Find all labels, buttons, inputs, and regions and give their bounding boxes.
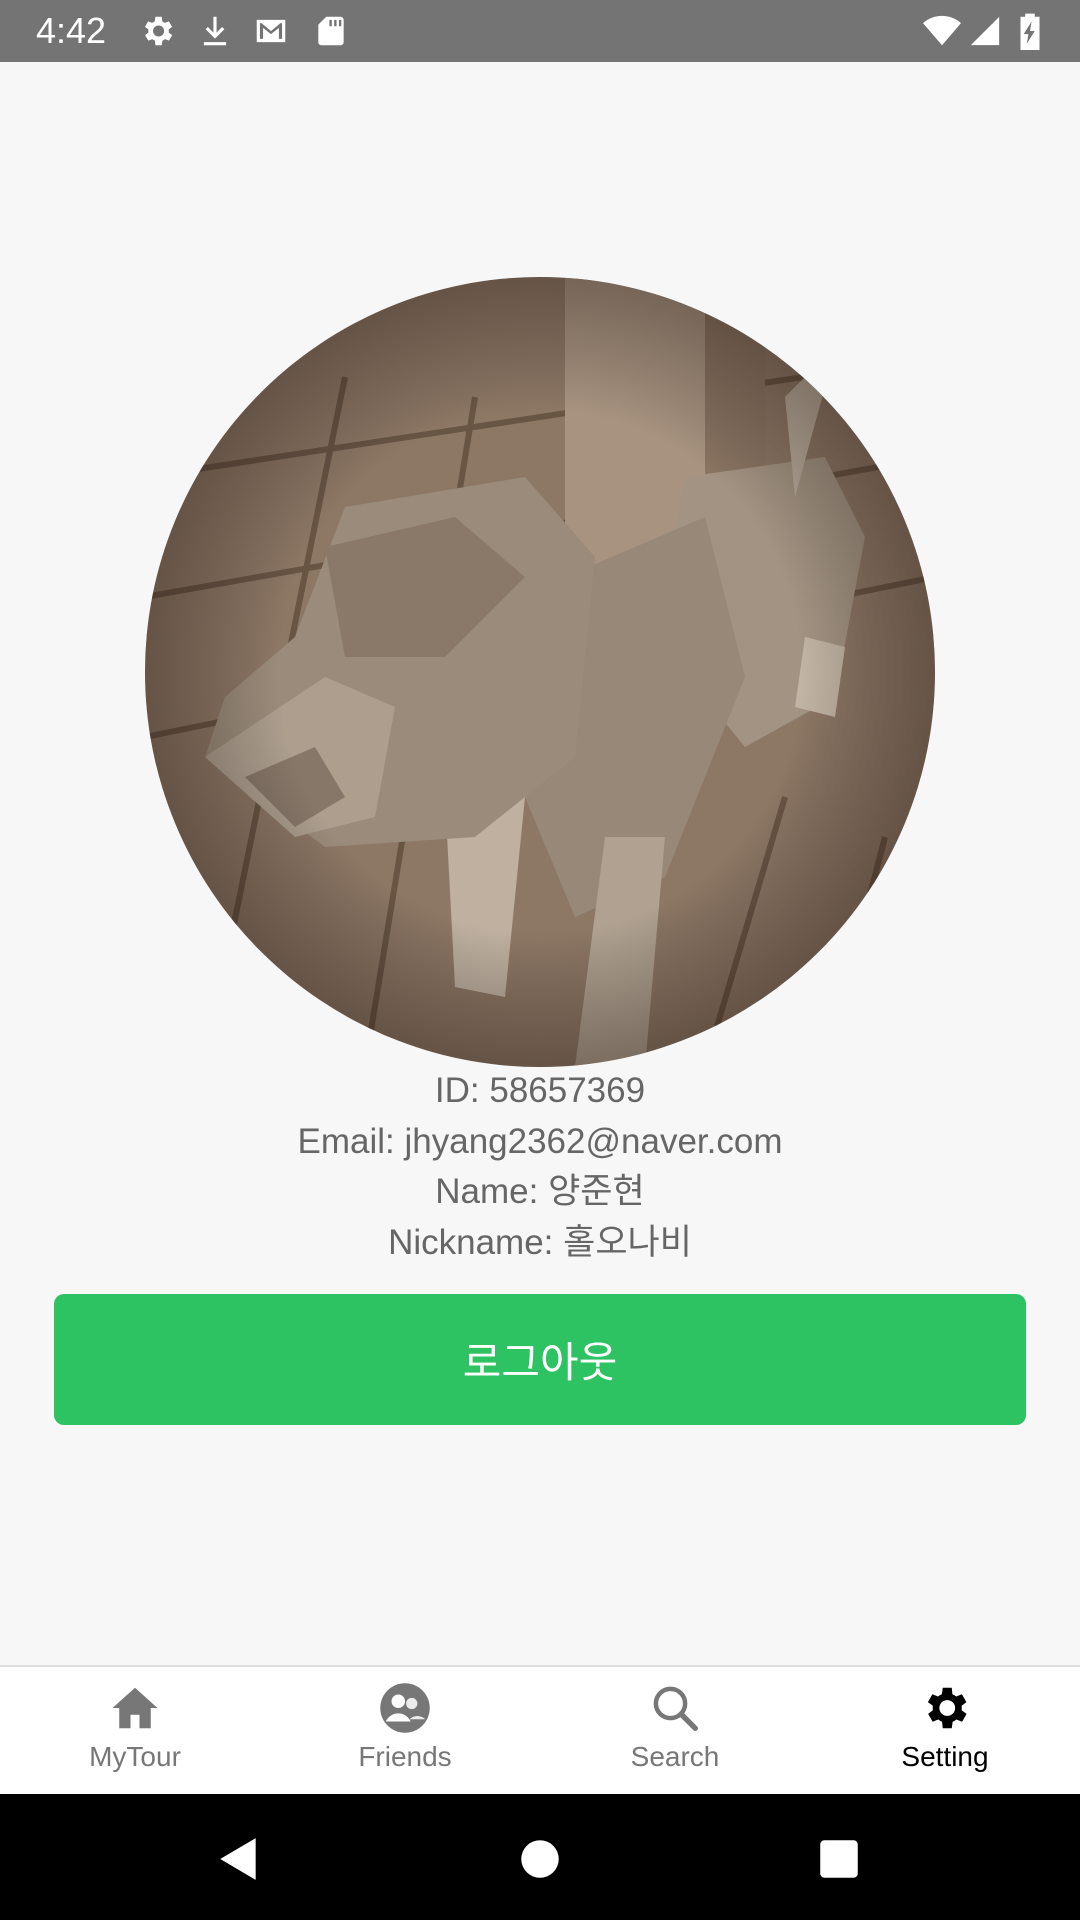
wifi-icon: [920, 12, 964, 50]
recents-icon[interactable]: [814, 1834, 864, 1884]
back-icon[interactable]: [214, 1834, 264, 1884]
system-navigation-bar: [0, 1794, 1080, 1920]
gmail-icon: [252, 12, 290, 50]
gear-icon: [138, 12, 176, 50]
user-name-text: Name: 양준현: [435, 1172, 645, 1211]
sd-card-icon: [312, 12, 350, 50]
nav-item-mytour[interactable]: MyTour: [0, 1667, 270, 1794]
nav-item-search[interactable]: Search: [540, 1667, 810, 1794]
battery-charging-icon: [1016, 12, 1044, 50]
nav-label-mytour: MyTour: [89, 1741, 181, 1772]
home-circle-icon[interactable]: [515, 1834, 565, 1884]
friends-icon: [378, 1681, 432, 1735]
signal-icon: [968, 12, 1002, 50]
user-email-text: Email: jhyang2362@naver.com: [297, 1122, 783, 1161]
nav-label-friends: Friends: [358, 1741, 452, 1772]
nav-item-friends[interactable]: Friends: [270, 1667, 540, 1794]
user-nickname-text: Nickname: 홀오나비: [388, 1223, 692, 1262]
nav-label-setting: Setting: [901, 1741, 989, 1772]
profile-avatar: [145, 277, 935, 1067]
home-icon: [108, 1681, 162, 1735]
gear-icon: [918, 1681, 972, 1735]
dog-photo: [145, 277, 935, 1067]
logout-button[interactable]: 로그아웃: [54, 1294, 1026, 1425]
logout-button-label: 로그아웃: [462, 1338, 618, 1387]
nav-label-search: Search: [630, 1741, 720, 1772]
user-id-text: ID: 58657369: [434, 1071, 646, 1110]
status-time: 4:42: [36, 10, 107, 51]
search-icon: [648, 1681, 702, 1735]
download-icon: [196, 12, 234, 50]
nav-item-setting[interactable]: Setting: [810, 1667, 1080, 1794]
status-bar: 4:42: [0, 0, 1080, 62]
bottom-navigation: MyTour Friends Search Setting: [0, 1665, 1080, 1794]
